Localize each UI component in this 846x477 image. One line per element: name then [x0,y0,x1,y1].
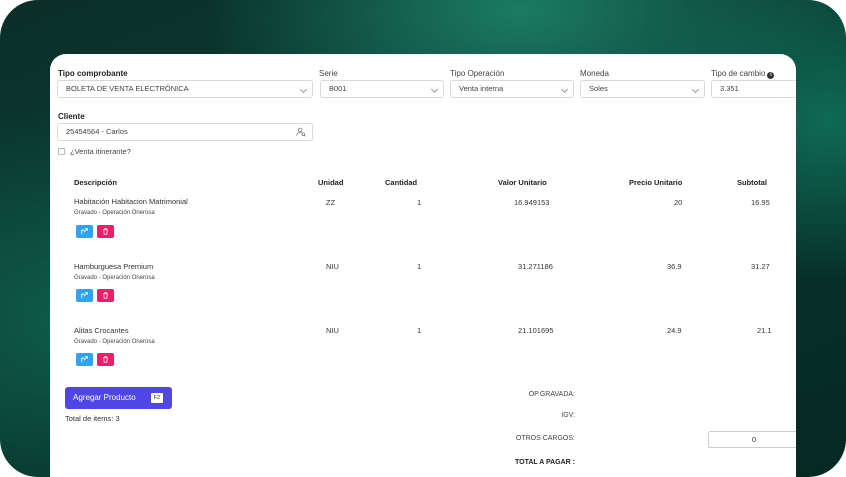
row-unidad: NIU [326,326,339,335]
tipo-cambio-input[interactable]: 3.351 [711,80,796,98]
venta-itinerante-checkbox[interactable] [58,148,65,155]
row-precio-unitario: 36.9 [667,262,682,271]
user-search-icon[interactable] [296,127,306,137]
shortcut-badge: F2 [150,393,163,403]
row-valor-unitario: 16.949153 [514,198,550,207]
tipo-comprobante-label: Tipo comprobante [58,69,128,78]
moneda-select[interactable]: Soles [580,80,705,98]
row-afectacion: Gravado - Operación Onerosa [74,275,155,281]
row-unidad: NIU [326,262,339,271]
edit-button[interactable] [76,225,93,238]
edit-icon [81,292,88,299]
cliente-value: 25454564 - Carlos [66,127,128,136]
cliente-label: Cliente [58,112,85,121]
total-pagar-label: TOTAL A PAGAR : [514,459,575,466]
delete-button[interactable] [97,289,114,302]
row-cantidad: 1 [417,262,422,271]
col-cantidad: Cantidad [385,178,418,187]
venta-itinerante-label: ¿Venta itinerante? [70,147,131,156]
tipo-operacion-label: Tipo Operación [450,69,505,78]
op-gravada-label: OP.GRAVADA: [528,391,575,398]
row-valor-unitario: 21.101695 [518,326,554,335]
trash-icon [103,292,108,299]
row-cantidad: 1 [417,326,422,335]
row-descripcion: Alitas Crocantes [74,326,129,335]
col-valor-unitario: Valor Unitario [498,178,547,187]
invoice-form-panel: Tipo comprobante Serie Tipo Operación Mo… [50,54,796,477]
otros-cargos-input[interactable]: 0 [708,431,796,448]
chevron-down-icon [430,85,439,94]
chevron-down-icon [299,85,308,94]
tipo-comprobante-value: BOLETA DE VENTA ELECTRÓNICA [66,84,189,93]
cliente-input[interactable]: 25454564 - Carlos [57,123,313,141]
moneda-value: Soles [589,84,608,93]
col-subtotal: Subtotal [737,178,767,187]
chevron-down-icon [560,85,569,94]
col-precio-unitario: Precio Unitario [629,178,683,187]
row-subtotal: 16.95 [751,198,770,207]
igv-label: IGV: [561,412,575,419]
tipo-cambio-value: 3.351 [720,84,739,93]
otros-cargos-label: OTROS CARGOS: [515,435,575,442]
chevron-down-icon [691,85,700,94]
col-unidad: Unidad [318,178,344,187]
moneda-label: Moneda [580,69,609,78]
total-items: Total de items: 3 [65,414,120,423]
info-icon[interactable]: i [767,72,775,79]
row-descripcion: Habitación Habitacion Matrimonial [74,197,188,206]
add-product-label: Agregar Producto [73,393,136,402]
tipo-operacion-value: Venta interna [459,84,504,93]
row-unidad: ZZ [326,198,336,207]
delete-button[interactable] [97,225,114,238]
tipo-cambio-label: Tipo de cambio i [711,69,775,79]
tipo-operacion-select[interactable]: Venta interna [450,80,574,98]
add-product-button[interactable]: Agregar Producto F2 [65,387,172,409]
row-cantidad: 1 [417,198,422,207]
row-afectacion: Gravado - Operación Onerosa [74,339,155,345]
trash-icon [103,228,108,235]
edit-icon [81,356,88,363]
delete-button[interactable] [97,353,114,366]
row-valor-unitario: 31.271186 [518,262,553,271]
row-precio-unitario: 20 [674,198,683,207]
trash-icon [103,356,108,363]
tipo-comprobante-select[interactable]: BOLETA DE VENTA ELECTRÓNICA [57,80,313,98]
serie-select[interactable]: B001 [320,80,444,98]
col-descripcion: Descripción [74,178,117,187]
row-afectacion: Gravado - Operación Onerosa [74,210,155,216]
edit-button[interactable] [76,353,93,366]
edit-button[interactable] [76,289,93,302]
serie-value: B001 [329,84,347,93]
row-subtotal: 31.27 [751,262,770,271]
serie-label: Serie [319,69,338,78]
row-precio-unitario: 24.9 [667,326,682,335]
row-descripcion: Hamburguesa Premium [74,262,154,271]
row-subtotal: 21.1 [757,326,772,335]
edit-icon [81,228,88,235]
